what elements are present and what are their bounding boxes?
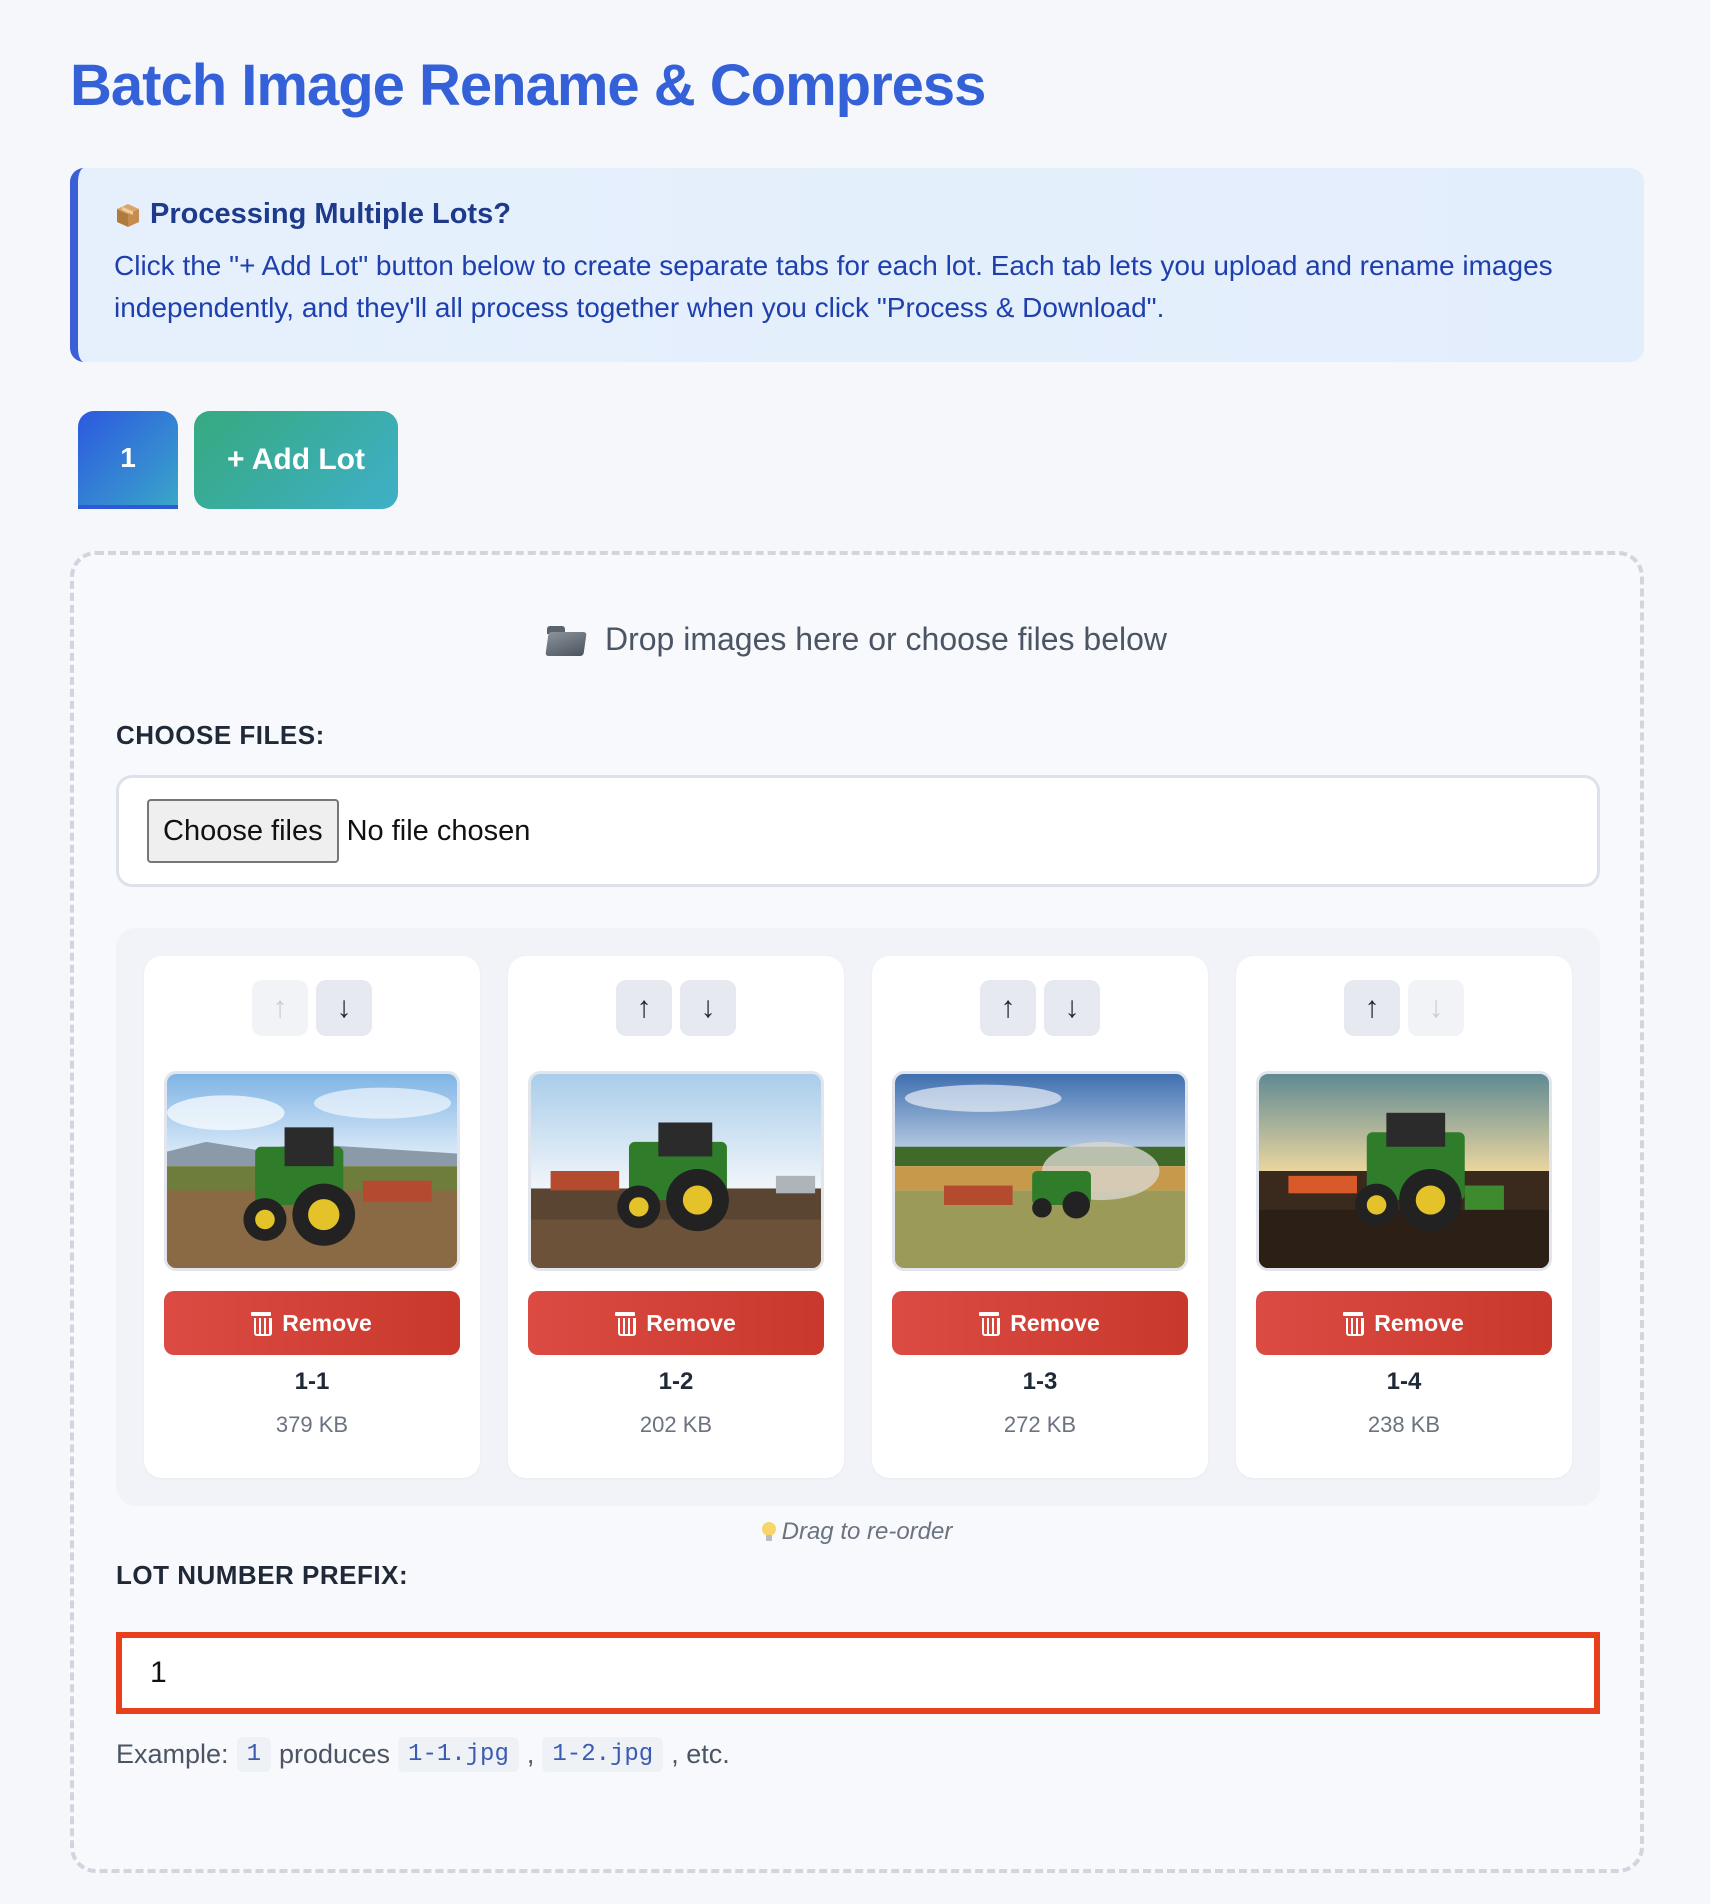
image-thumbnail — [164, 1071, 460, 1271]
trash-icon — [1343, 1312, 1365, 1336]
image-grid: ↑ ↓ Remove 1-1 379 KB ↑ ↓ Remove 1-2 202… — [116, 928, 1600, 1506]
dropzone[interactable]: Drop images here or choose files below C… — [70, 551, 1644, 1873]
folder-icon — [546, 624, 587, 656]
image-thumbnail — [528, 1071, 824, 1271]
image-size: 202 KB — [639, 1412, 713, 1437]
lightbulb-icon — [761, 1522, 776, 1542]
move-down-button[interactable]: ↓ — [680, 980, 736, 1036]
image-size: 238 KB — [1367, 1412, 1441, 1437]
file-input[interactable]: Choose files No file chosen — [116, 775, 1600, 887]
image-name: 1-2 — [658, 1368, 694, 1395]
info-title: Processing Multiple Lots? — [150, 198, 511, 230]
arrow-up-icon: ↑ — [636, 991, 652, 1024]
trash-icon — [979, 1312, 1001, 1336]
drag-hint: Drag to re-order — [74, 1518, 1640, 1546]
arrow-down-icon: ↓ — [1428, 991, 1444, 1024]
image-thumbnail — [892, 1071, 1188, 1271]
lot-prefix-input[interactable]: 1 — [116, 1632, 1600, 1714]
arrow-up-icon: ↑ — [1000, 991, 1016, 1024]
move-up-button[interactable]: ↑ — [252, 980, 308, 1036]
info-text: Click the "+ Add Lot" button below to cr… — [114, 250, 1553, 323]
image-size: 379 KB — [275, 1412, 349, 1437]
tab-lot-1[interactable]: 1 — [78, 411, 178, 509]
arrow-down-icon: ↓ — [700, 991, 716, 1024]
file-status: No file chosen — [346, 814, 531, 847]
lot-tabs: 1 + Add Lot — [78, 411, 398, 509]
move-down-button[interactable]: ↓ — [1044, 980, 1100, 1036]
trash-icon — [615, 1312, 637, 1336]
arrow-down-icon: ↓ — [1064, 991, 1080, 1024]
image-size: 272 KB — [1003, 1412, 1077, 1437]
example-code: 1-1.jpg — [398, 1737, 519, 1772]
prefix-example: Example: 1 produces 1-1.jpg , 1-2.jpg , … — [116, 1737, 730, 1772]
prefix-label: LOT NUMBER PREFIX: — [116, 1560, 409, 1590]
info-banner: Processing Multiple Lots? Click the "+ A… — [70, 168, 1644, 362]
move-up-button[interactable]: ↑ — [980, 980, 1036, 1036]
add-lot-button[interactable]: + Add Lot — [194, 411, 398, 509]
page-title: Batch Image Rename & Compress — [70, 53, 986, 118]
arrow-up-icon: ↑ — [1364, 991, 1380, 1024]
move-down-button[interactable]: ↓ — [316, 980, 372, 1036]
image-name: 1-1 — [294, 1368, 330, 1395]
trash-icon — [251, 1312, 273, 1336]
image-card[interactable]: ↑ ↓ — [872, 956, 1208, 1478]
image-card[interactable]: ↑ ↓ — [508, 956, 844, 1478]
remove-button[interactable]: Remove — [1256, 1291, 1552, 1355]
arrow-up-icon: ↑ — [272, 991, 288, 1024]
choose-files-label: CHOOSE FILES: — [116, 720, 325, 750]
image-name: 1-3 — [1022, 1368, 1058, 1395]
example-code: 1-2.jpg — [542, 1737, 664, 1772]
move-up-button[interactable]: ↑ — [1344, 980, 1400, 1036]
move-up-button[interactable]: ↑ — [616, 980, 672, 1036]
drop-hint-text: Drop images here or choose files below — [604, 621, 1168, 657]
remove-button[interactable]: Remove — [164, 1291, 460, 1355]
drop-hint: Drop images here or choose files below — [74, 621, 1640, 658]
remove-button[interactable]: Remove — [892, 1291, 1188, 1355]
image-card[interactable]: ↑ ↓ — [144, 956, 480, 1478]
image-thumbnail — [1256, 1071, 1552, 1271]
remove-button[interactable]: Remove — [528, 1291, 824, 1355]
move-down-button[interactable]: ↓ — [1408, 980, 1464, 1036]
image-name: 1-4 — [1386, 1368, 1422, 1395]
image-card[interactable]: ↑ ↓ — [1236, 956, 1572, 1478]
choose-files-button[interactable]: Choose files — [147, 799, 339, 863]
example-code: 1 — [236, 1737, 271, 1772]
package-icon — [117, 203, 139, 227]
arrow-down-icon: ↓ — [336, 991, 352, 1024]
